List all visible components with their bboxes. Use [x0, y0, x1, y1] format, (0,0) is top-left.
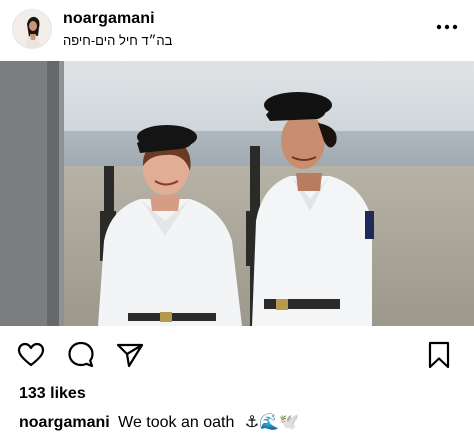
- photo-image: [0, 61, 474, 326]
- location[interactable]: בה״ד חיל הים-חיפה: [63, 33, 172, 48]
- avatar-image: [13, 10, 51, 48]
- likes-count[interactable]: 133 likes: [19, 385, 86, 403]
- more-options-icon[interactable]: [436, 16, 458, 38]
- caption-username[interactable]: noargamani: [19, 414, 110, 431]
- caption-emojis: ⚓🌊🕊️: [244, 412, 300, 431]
- comment-icon[interactable]: [66, 340, 96, 370]
- post-header: noargamani בה״ד חיל הים-חיפה: [0, 0, 474, 60]
- caption-text: We took an oath: [118, 414, 235, 431]
- bookmark-icon[interactable]: [424, 340, 454, 370]
- post-photo[interactable]: [0, 61, 474, 326]
- username[interactable]: noargamani: [63, 10, 155, 28]
- paper-plane-icon[interactable]: [115, 340, 145, 370]
- heart-icon[interactable]: [16, 340, 46, 370]
- caption: noargamani We took an oath ⚓🌊🕊️: [19, 412, 299, 432]
- avatar[interactable]: [12, 9, 52, 49]
- action-bar: [0, 336, 474, 376]
